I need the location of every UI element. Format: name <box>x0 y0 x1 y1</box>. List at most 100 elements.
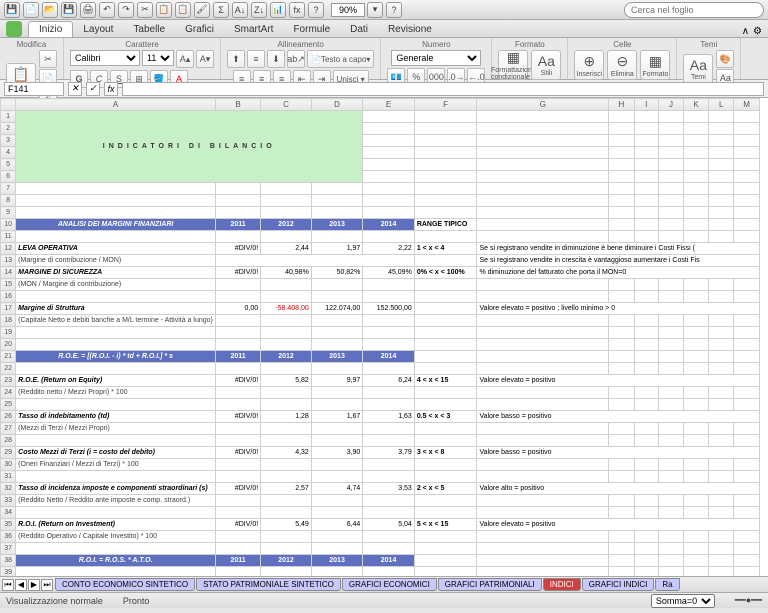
format-btn[interactable]: ▦Formato <box>640 50 670 80</box>
row-header[interactable]: 12 <box>1 243 16 255</box>
format-painter-icon[interactable]: 🖌 <box>194 2 210 18</box>
row-header[interactable]: 18 <box>1 315 16 327</box>
sheet-tab[interactable]: GRAFICI INDICI <box>582 578 655 591</box>
row-header[interactable]: 4 <box>1 147 16 159</box>
wrap-btn[interactable]: 📄 Testo a capo ▾ <box>307 50 374 68</box>
row-header[interactable]: 13 <box>1 255 16 267</box>
row-header[interactable]: 11 <box>1 231 16 243</box>
cell-value[interactable]: 1,28 <box>261 411 312 423</box>
row-header[interactable]: 23 <box>1 375 16 387</box>
cell-value[interactable]: #DIV/0! <box>216 483 261 495</box>
row-header[interactable]: 37 <box>1 543 16 555</box>
chart-icon[interactable]: 📊 <box>270 2 286 18</box>
zoom-dropdown-icon[interactable]: ▾ <box>367 2 383 18</box>
row-header[interactable]: 8 <box>1 195 16 207</box>
cell-value[interactable]: 1,67 <box>311 411 363 423</box>
cell-value[interactable]: 5,04 <box>363 519 415 531</box>
col-header[interactable]: A <box>16 99 216 111</box>
enter-icon[interactable]: ✓ <box>86 82 100 96</box>
fx-icon[interactable]: fx <box>289 2 305 18</box>
zoom-slider[interactable]: ━━●━━ <box>735 595 762 606</box>
sheet-tab[interactable]: CONTO ECONOMICO SINTETICO <box>55 578 195 591</box>
cell-value[interactable]: 5,82 <box>261 375 312 387</box>
row-header[interactable]: 21 <box>1 351 16 363</box>
cell-value[interactable]: 4,32 <box>261 447 312 459</box>
help-icon[interactable]: ? <box>308 2 324 18</box>
tab-nav-last-icon[interactable]: ⏭ <box>41 579 53 591</box>
row-header[interactable]: 3 <box>1 135 16 147</box>
align-bot[interactable]: ⬇ <box>267 50 285 68</box>
cell-value[interactable]: 6,44 <box>311 519 363 531</box>
row-header[interactable]: 25 <box>1 399 16 411</box>
open-icon[interactable]: 📂 <box>42 2 58 18</box>
cell-value[interactable]: 3,53 <box>363 483 415 495</box>
col-header[interactable]: D <box>311 99 363 111</box>
tab-grafici[interactable]: Grafici <box>175 22 224 37</box>
cell-value[interactable]: 2,44 <box>261 243 312 255</box>
sheet-tab[interactable]: INDICI <box>543 578 581 591</box>
cell-value[interactable]: 1,63 <box>363 411 415 423</box>
row-header[interactable]: 1 <box>1 111 16 123</box>
theme-colors[interactable]: 🎨 <box>716 50 734 68</box>
size-select[interactable]: 11 <box>142 50 174 66</box>
cell-value[interactable]: 122.074,00 <box>311 303 363 315</box>
fx-btn[interactable]: fx <box>104 82 118 96</box>
copy-icon[interactable]: 📋 <box>156 2 172 18</box>
col-header[interactable]: E <box>363 99 415 111</box>
cell-value[interactable]: 9,97 <box>311 375 363 387</box>
sort-desc-icon[interactable]: Z↓ <box>251 2 267 18</box>
home-icon[interactable] <box>6 21 22 37</box>
cut-icon[interactable]: ✂ <box>137 2 153 18</box>
row-header[interactable]: 26 <box>1 411 16 423</box>
cell-value[interactable]: 3,79 <box>363 447 415 459</box>
cell-value[interactable]: -58.408,00 <box>261 303 312 315</box>
tab-nav-first-icon[interactable]: ⏮ <box>2 579 14 591</box>
font-select[interactable]: Calibri <box>70 50 140 66</box>
row-header[interactable]: 19 <box>1 327 16 339</box>
name-box[interactable]: F141 <box>4 82 64 96</box>
styles-btn[interactable]: AaStili <box>531 50 561 80</box>
row-header[interactable]: 30 <box>1 459 16 471</box>
tab-nav-prev-icon[interactable]: ◀ <box>15 579 27 591</box>
col-header[interactable]: B <box>216 99 261 111</box>
row-header[interactable]: 31 <box>1 471 16 483</box>
col-header[interactable]: M <box>734 99 760 111</box>
cell-value[interactable]: 0,00 <box>216 303 261 315</box>
row-header[interactable]: 22 <box>1 363 16 375</box>
col-header[interactable]: G <box>477 99 609 111</box>
col-header[interactable]: L <box>709 99 734 111</box>
row-header[interactable]: 33 <box>1 495 16 507</box>
condfmt-btn[interactable]: ▦Formattazione condizionale <box>498 50 528 80</box>
row-header[interactable]: 27 <box>1 423 16 435</box>
tab-layout[interactable]: Layout <box>73 22 123 37</box>
row-header[interactable]: 2 <box>1 123 16 135</box>
row-header[interactable]: 34 <box>1 507 16 519</box>
cell-value[interactable]: 40,98% <box>261 267 312 279</box>
row-header[interactable]: 9 <box>1 207 16 219</box>
row-header[interactable]: 16 <box>1 291 16 303</box>
ribbon-settings-icon[interactable]: ⚙ <box>753 26 762 37</box>
row-header[interactable]: 15 <box>1 279 16 291</box>
numfmt-select[interactable]: Generale <box>391 50 481 66</box>
row-header[interactable]: 35 <box>1 519 16 531</box>
row-header[interactable]: 29 <box>1 447 16 459</box>
shrink-font-icon[interactable]: A▾ <box>196 50 214 68</box>
cell-value[interactable]: 50,82% <box>311 267 363 279</box>
align-top[interactable]: ⬆ <box>227 50 245 68</box>
print-icon[interactable]: 🖨 <box>80 2 96 18</box>
cell-value[interactable]: #DIV/0! <box>216 375 261 387</box>
tab-smartart[interactable]: SmartArt <box>224 22 283 37</box>
row-header[interactable]: 32 <box>1 483 16 495</box>
tab-formule[interactable]: Formule <box>283 22 340 37</box>
col-header[interactable]: H <box>609 99 634 111</box>
zoom-input[interactable] <box>331 3 365 17</box>
cell-value[interactable]: 2,22 <box>363 243 415 255</box>
row-header[interactable]: 28 <box>1 435 16 447</box>
cell-value[interactable]: #DIV/0! <box>216 243 261 255</box>
themes-btn[interactable]: AaTemi <box>683 54 713 84</box>
orient-icon[interactable]: ab↗ <box>287 50 305 68</box>
sheet-tab[interactable]: Ra <box>655 578 679 591</box>
cell-value[interactable]: 1,97 <box>311 243 363 255</box>
sum-select[interactable]: Somma=0 <box>651 594 715 608</box>
row-header[interactable]: 5 <box>1 159 16 171</box>
